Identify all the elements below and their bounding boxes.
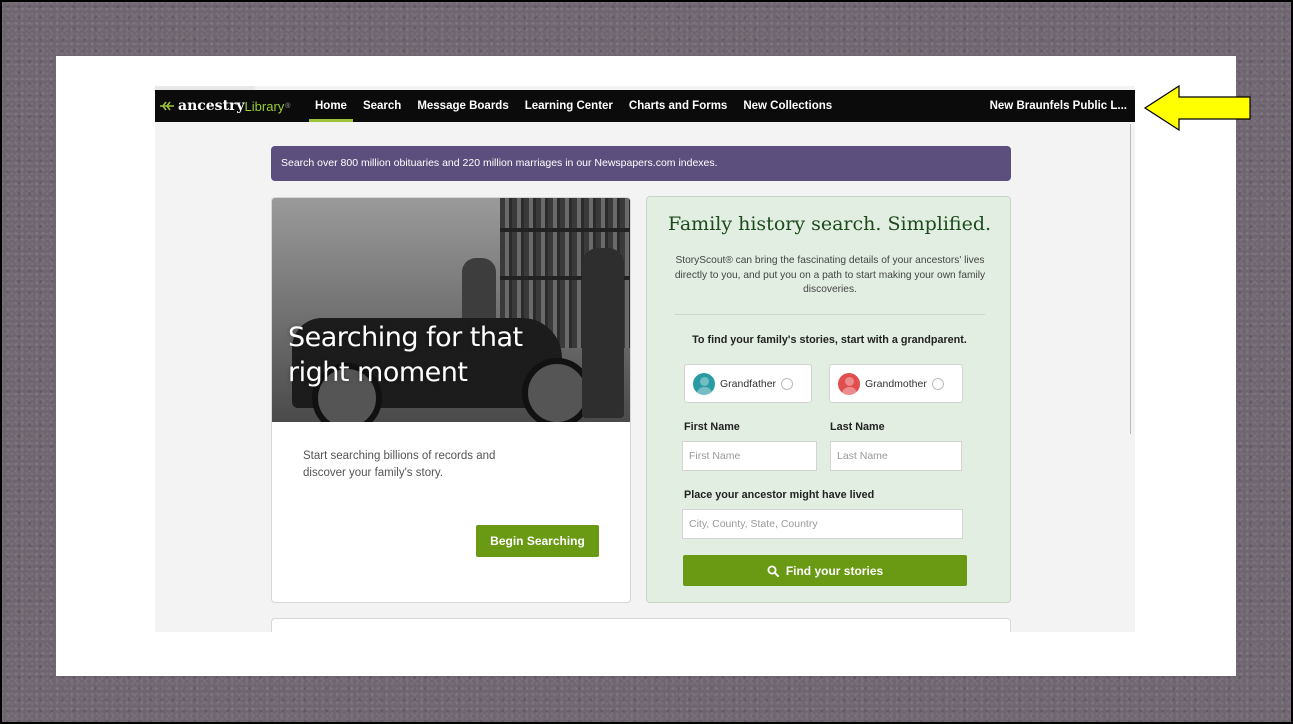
hero-image: Searching for that right moment	[272, 198, 630, 422]
nav-library-account[interactable]: New Braunfels Public L...	[990, 90, 1127, 122]
promo-banner[interactable]: Search over 800 million obituaries and 2…	[271, 146, 1011, 181]
hero-person	[582, 248, 624, 418]
hero-shelf-line	[500, 228, 630, 232]
grandfather-avatar-icon	[693, 372, 715, 395]
logo-trademark: ®	[285, 102, 291, 110]
grandparent-prompt: To find your family's stories, start wit…	[692, 334, 967, 346]
divider	[675, 314, 985, 315]
grandmother-radio[interactable]	[931, 377, 944, 390]
first-name-input[interactable]	[682, 441, 817, 471]
nav-home[interactable]: Home	[307, 90, 355, 122]
logo-main-text: ancestry	[178, 98, 245, 114]
logo-sub-text: Library	[244, 98, 285, 114]
last-name-label: Last Name	[830, 421, 885, 433]
find-your-stories-label: Find your stories	[785, 563, 884, 578]
storyscout-card: Family history search. Simplified. Story…	[646, 196, 1011, 603]
find-your-stories-button[interactable]: Find your stories	[683, 555, 967, 586]
place-input[interactable]	[682, 509, 963, 539]
top-nav: ancestry Library ® Home Search Message Boa…	[155, 90, 1135, 122]
grandfather-radio[interactable]	[781, 377, 794, 390]
bottom-card	[271, 618, 1011, 632]
browser-viewport: ancestry Library ® Home Search Message Boa…	[155, 86, 1135, 632]
arrow-left-icon	[1143, 84, 1251, 132]
storyscout-title: Family history search. Simplified.	[667, 213, 992, 235]
grandfather-option[interactable]: Grandfather	[684, 364, 812, 403]
nav-search[interactable]: Search	[355, 90, 409, 122]
nav-message-boards[interactable]: Message Boards	[409, 90, 516, 122]
left-card: Searching for that right moment Start se…	[271, 197, 631, 603]
left-description: Start searching billions of records and …	[303, 450, 496, 479]
search-icon	[767, 565, 779, 577]
hero-title: Searching for that right moment	[288, 322, 523, 388]
grandfather-label: Grandfather	[720, 377, 777, 390]
place-label: Place your ancestor might have lived	[684, 489, 875, 501]
first-name-label: First Name	[684, 421, 740, 433]
leaf-logo-icon	[160, 101, 174, 111]
slide: ancestry Library ® Home Search Message Boa…	[56, 56, 1236, 676]
ancestry-library-logo[interactable]: ancestry Library ®	[159, 98, 307, 114]
scrollbar[interactable]	[1130, 124, 1131, 434]
grandmother-option[interactable]: Grandmother	[829, 364, 963, 403]
storyscout-description: StoryScout® can bring the fascinating de…	[674, 255, 986, 295]
begin-searching-button[interactable]: Begin Searching	[476, 525, 599, 557]
last-name-input[interactable]	[830, 441, 962, 471]
nav-charts-and-forms[interactable]: Charts and Forms	[621, 90, 735, 122]
grandmother-label: Grandmother	[865, 377, 927, 390]
nav-learning-center[interactable]: Learning Center	[517, 90, 621, 122]
nav-new-collections[interactable]: New Collections	[735, 90, 840, 122]
grandmother-avatar-icon	[838, 372, 860, 395]
